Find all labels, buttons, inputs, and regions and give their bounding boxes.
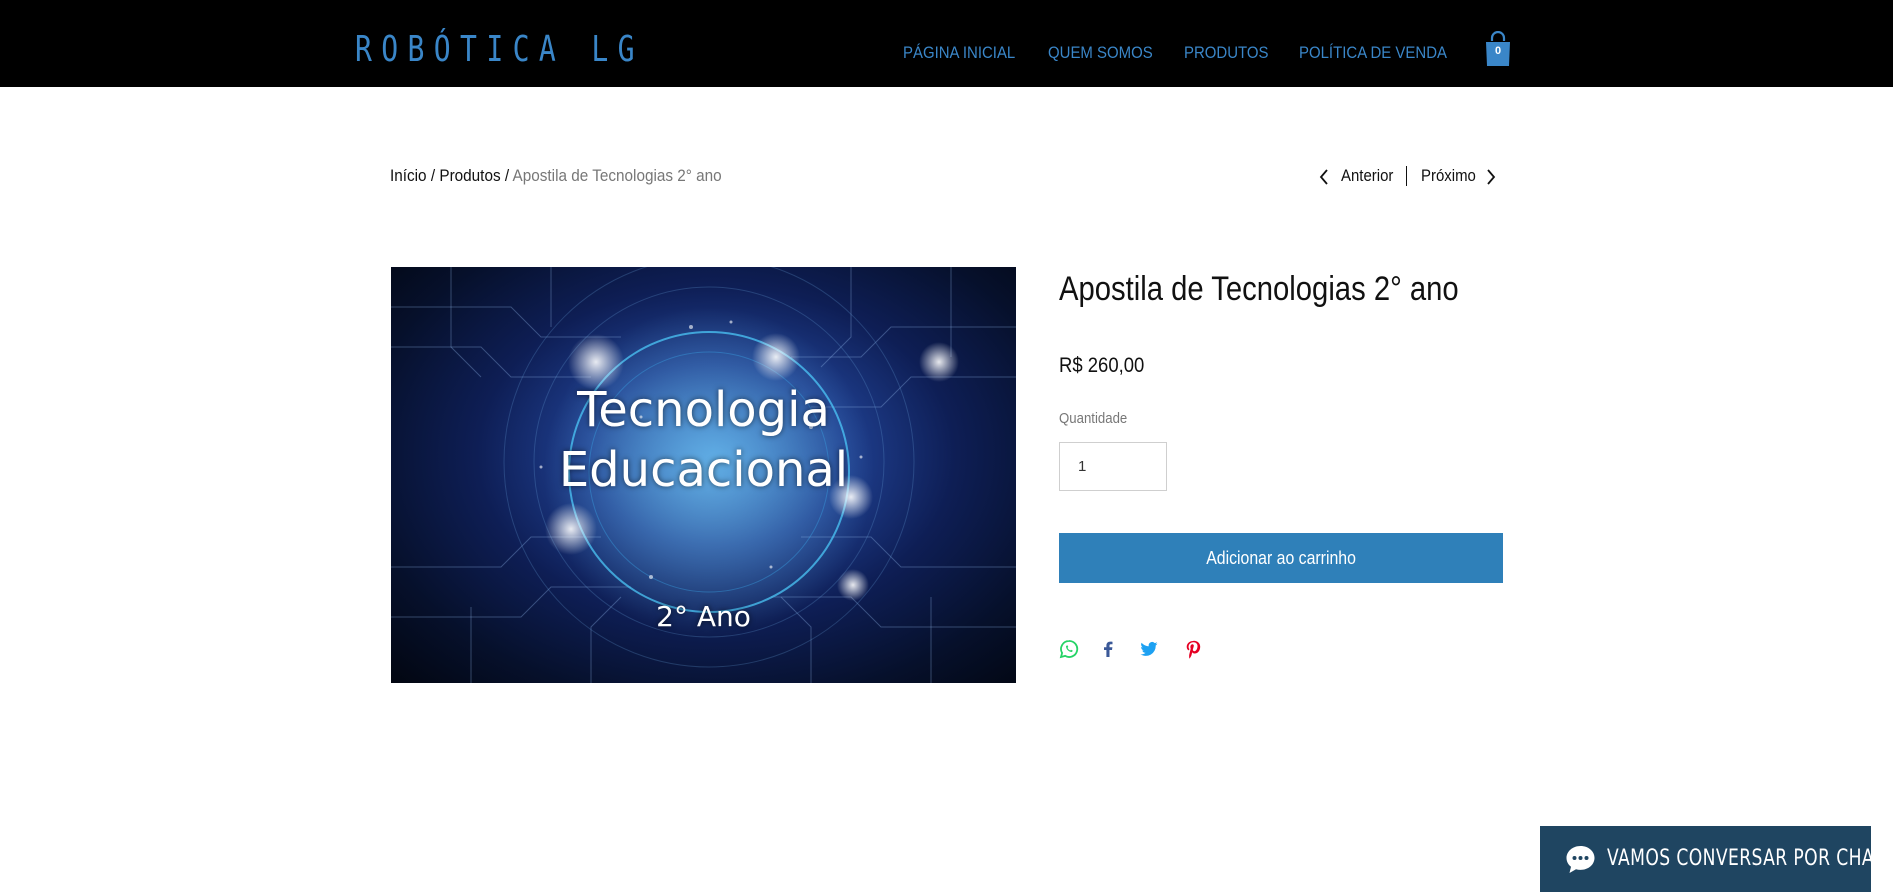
cart-button[interactable]: 0 xyxy=(1484,30,1512,67)
twitter-icon xyxy=(1140,641,1158,656)
breadcrumb-separator: / xyxy=(430,166,436,185)
site-logo[interactable]: ROBÓTICA LG xyxy=(355,28,644,72)
breadcrumb-separator: / xyxy=(504,166,510,185)
add-to-cart-button[interactable]: Adicionar ao carrinho xyxy=(1059,533,1503,583)
add-to-cart-label: Adicionar ao carrinho xyxy=(1206,547,1356,568)
image-subtitle: 2° Ano xyxy=(656,600,751,633)
breadcrumb-current: Apostila de Tecnologias 2° ano xyxy=(512,166,722,185)
chevron-left-icon xyxy=(1319,169,1328,185)
nav-item-pagina-inicial[interactable]: PÁGINA INICIAL xyxy=(903,43,1015,63)
site-header: ROBÓTICA LG PÁGINA INICIAL QUEM SOMOS PR… xyxy=(0,0,1893,87)
nav-item-politica-de-venda[interactable]: POLÍTICA DE VENDA xyxy=(1299,43,1447,63)
pinterest-share-button[interactable] xyxy=(1183,639,1203,659)
breadcrumb: Início / Produtos / Apostila de Tecnolog… xyxy=(390,166,722,186)
chat-widget-button[interactable]: VAMOS CONVERSAR POR CHAT xyxy=(1540,826,1871,892)
twitter-share-button[interactable] xyxy=(1139,639,1159,659)
product-title: Apostila de Tecnologias 2° ano xyxy=(1059,270,1459,308)
product-price: R$ 260,00 xyxy=(1059,354,1145,377)
image-title-line1: Tecnologia xyxy=(577,382,830,438)
quantity-label: Quantidade xyxy=(1059,410,1128,427)
cart-count-badge: 0 xyxy=(1494,45,1502,57)
quantity-input[interactable] xyxy=(1059,442,1167,491)
image-title: Tecnologia Educacional xyxy=(391,380,1016,500)
nav-item-quem-somos[interactable]: QUEM SOMOS xyxy=(1048,43,1153,63)
chat-bubble-icon xyxy=(1566,846,1595,873)
previous-label: Anterior xyxy=(1341,166,1394,185)
pinterest-icon xyxy=(1186,640,1201,659)
nav-item-produtos[interactable]: PRODUTOS xyxy=(1184,43,1269,63)
next-label: Próximo xyxy=(1421,166,1476,185)
facebook-icon xyxy=(1104,641,1113,657)
chevron-right-icon xyxy=(1487,169,1496,185)
facebook-share-button[interactable] xyxy=(1098,639,1118,659)
whatsapp-share-button[interactable] xyxy=(1059,639,1079,659)
chat-label: VAMOS CONVERSAR POR CHAT xyxy=(1607,846,1871,871)
image-title-line2: Educacional xyxy=(558,442,849,498)
breadcrumb-products-link[interactable]: Produtos xyxy=(439,166,500,185)
whatsapp-icon xyxy=(1059,640,1079,659)
product-image[interactable]: Tecnologia Educacional 2° Ano xyxy=(391,267,1016,683)
pager-divider xyxy=(1406,166,1407,186)
breadcrumb-home-link[interactable]: Início xyxy=(390,166,427,185)
